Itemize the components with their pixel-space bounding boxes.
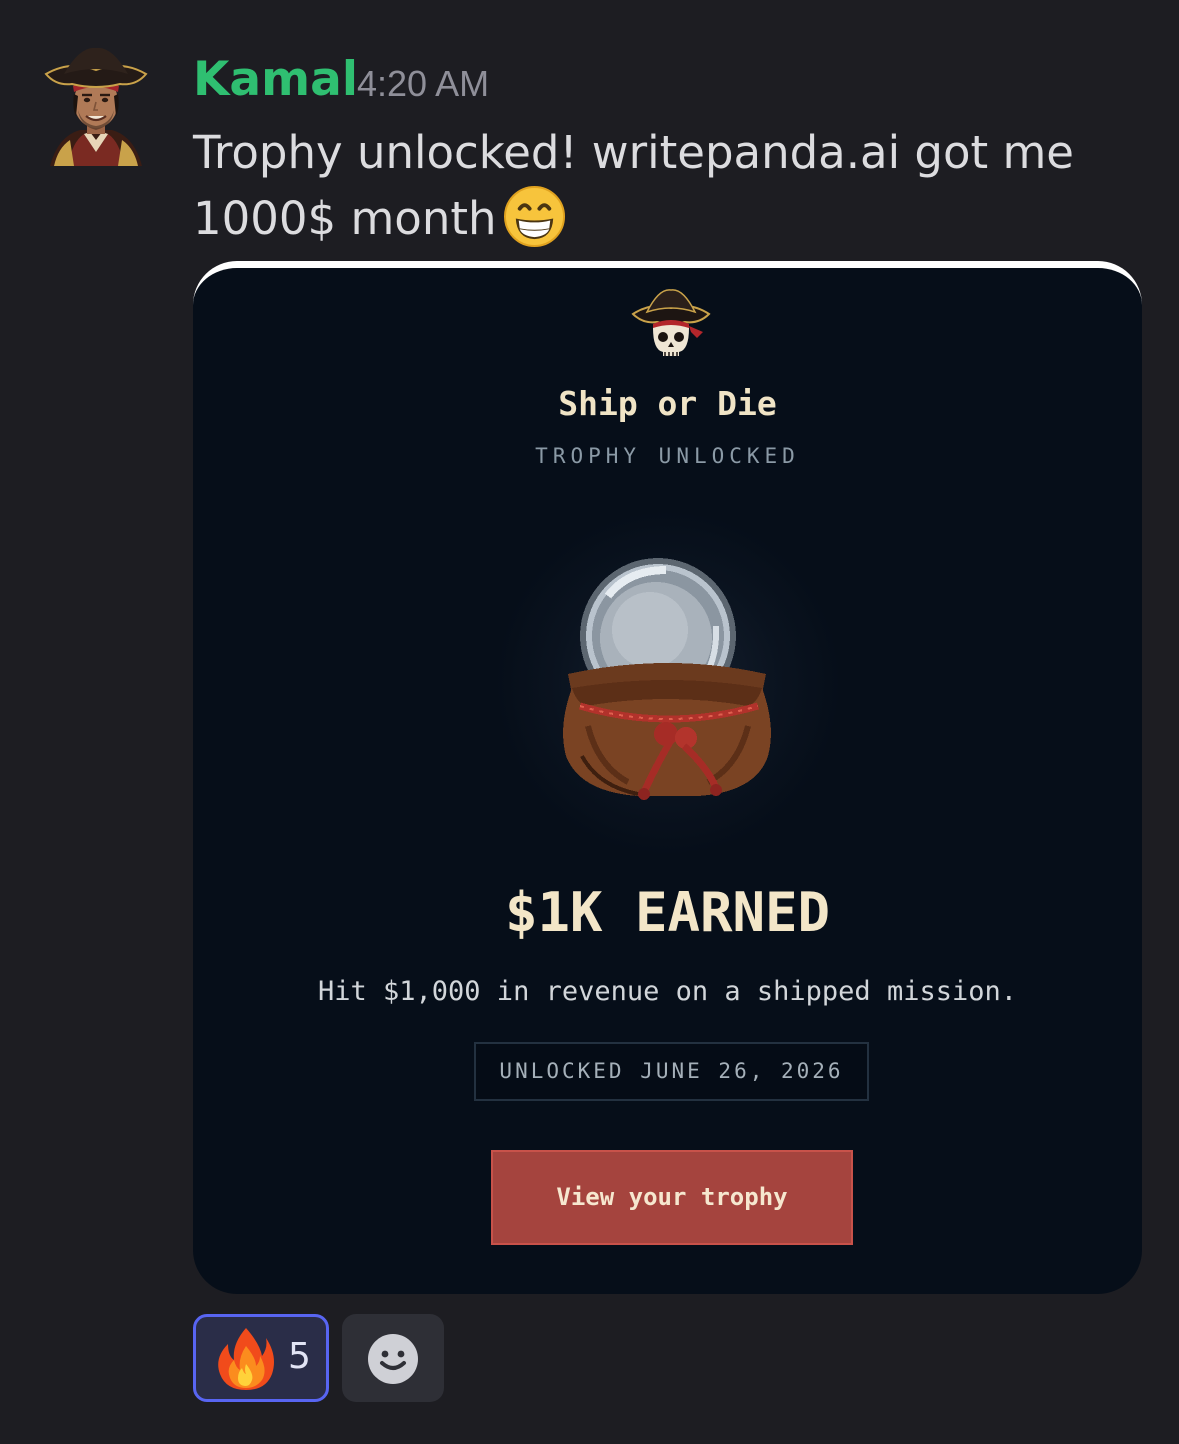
pirate-skull-icon	[631, 282, 711, 358]
unlock-date-badge: UNLOCKED JUNE 26, 2026	[474, 1042, 869, 1101]
message-text-line-2: 1000$ month	[193, 192, 497, 245]
smiley-icon	[368, 1334, 418, 1384]
message-timestamp: 4:20 AM	[357, 63, 490, 104]
embed-subtitle: TROPHY UNLOCKED	[535, 444, 800, 468]
grinning-face-emoji-icon	[503, 185, 566, 248]
message-content: Trophy unlocked! writepanda.ai got me 10…	[193, 120, 1153, 251]
reaction-count: 5	[288, 1336, 311, 1377]
reaction-fire[interactable]: 5	[193, 1314, 329, 1402]
add-reaction-button[interactable]	[342, 1314, 444, 1402]
trophy-description: Hit $1,000 in revenue on a shipped missi…	[318, 976, 1017, 1007]
trophy-name: $1K EARNED	[504, 881, 831, 944]
author-name[interactable]: Kamal	[193, 50, 358, 110]
view-trophy-button[interactable]: View your trophy	[491, 1150, 853, 1245]
embed-title: Ship or Die	[558, 384, 777, 423]
avatar[interactable]	[40, 44, 152, 166]
trophy-embed-card: Ship or Die TROPHY UNLOCKED $1K EARNED H…	[193, 261, 1142, 1294]
message-text-line-1: Trophy unlocked! writepanda.ai got me	[193, 126, 1074, 179]
message-text-line-2-wrap: 1000$ month	[193, 185, 1153, 251]
fire-icon	[216, 1326, 276, 1392]
coin-pouch-icon	[558, 556, 778, 806]
